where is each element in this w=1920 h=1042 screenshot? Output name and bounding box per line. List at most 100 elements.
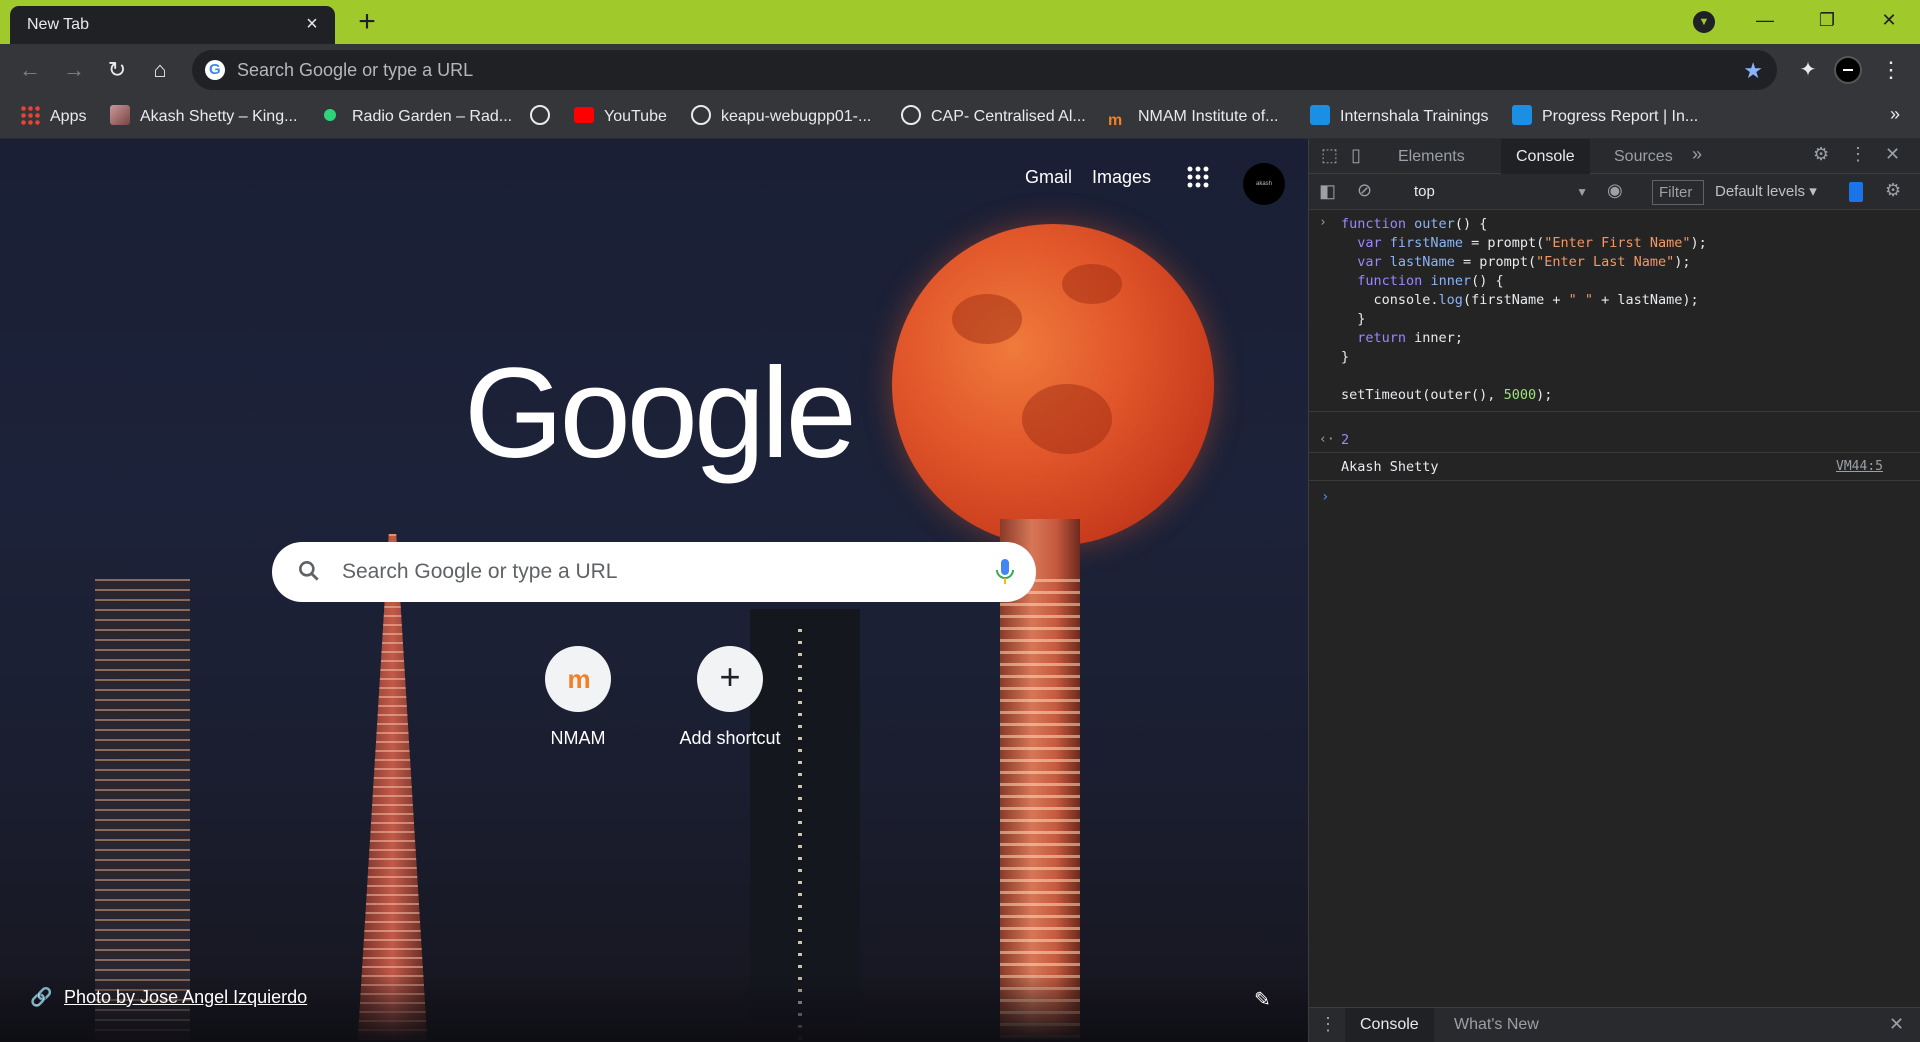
tab-sources[interactable]: Sources: [1599, 139, 1688, 174]
title-bar: New Tab × + ▼ — ❐ ✕: [0, 0, 1920, 44]
gmail-link[interactable]: Gmail: [1025, 167, 1072, 188]
browser-toolbar: ← → ↻ ⌂ ★ ✦ ⋮: [0, 44, 1920, 96]
account-avatar[interactable]: akash: [1243, 163, 1285, 205]
devtools-drawer: ⋮ Console What's New ✕: [1309, 1007, 1920, 1042]
more-tabs-icon[interactable]: »: [1692, 144, 1702, 165]
bookmark-apps[interactable]: Apps: [20, 104, 86, 130]
tab-console[interactable]: Console: [1501, 139, 1590, 174]
home-icon[interactable]: ⌂: [144, 54, 176, 86]
inspect-element-icon[interactable]: ⬚: [1321, 145, 1338, 166]
shortcut-label: Add shortcut: [679, 728, 781, 748]
bookmark-akash[interactable]: Akash Shetty – King...: [110, 104, 297, 130]
images-link[interactable]: Images: [1092, 167, 1151, 188]
bookmark-nmam[interactable]: m NMAM Institute of...: [1108, 104, 1278, 130]
globe-icon: [901, 105, 921, 125]
link-icon: 🔗: [30, 987, 53, 1007]
globe-icon: [530, 105, 550, 125]
console-output[interactable]: › function outer() { var firstName = pro…: [1309, 211, 1920, 1007]
chrome-menu-icon[interactable]: ⋮: [1876, 54, 1906, 86]
bookmarks-bar: Apps Akash Shetty – King... Radio Garden…: [0, 96, 1920, 139]
bookmark-radio-garden[interactable]: Radio Garden – Rad...: [320, 104, 512, 130]
restore-icon[interactable]: ❐: [1802, 0, 1852, 44]
bookmark-globe[interactable]: [530, 104, 560, 130]
bookmark-progress-report[interactable]: Progress Report | In...: [1512, 104, 1698, 130]
shortcut-nmam[interactable]: m NMAM: [523, 646, 633, 749]
forward-icon[interactable]: →: [58, 54, 90, 86]
close-window-icon[interactable]: ✕: [1864, 0, 1914, 44]
omnibox[interactable]: ★: [192, 50, 1777, 90]
green-dot-icon: [324, 109, 336, 121]
bookmark-cap[interactable]: CAP- Centralised Al...: [901, 104, 1086, 130]
result-arrow-icon: ‹·: [1319, 432, 1335, 447]
browser-tab[interactable]: New Tab ×: [10, 6, 335, 44]
log-source-link[interactable]: VM44:5: [1836, 459, 1883, 474]
reload-icon[interactable]: ↻: [101, 54, 133, 86]
live-expression-eye-icon[interactable]: ◉: [1607, 180, 1623, 201]
tab-elements[interactable]: Elements: [1383, 139, 1480, 174]
photo-credit-link[interactable]: Photo by Jose Angel Izquierdo: [64, 987, 307, 1007]
more-bookmarks-icon[interactable]: »: [1890, 104, 1900, 125]
customize-pencil-icon[interactable]: ✎: [1254, 987, 1271, 1012]
minimize-icon[interactable]: —: [1740, 0, 1790, 44]
moon-image: [892, 224, 1214, 546]
close-devtools-icon[interactable]: ✕: [1885, 144, 1900, 165]
apps-grid-icon: [20, 105, 40, 125]
globe-icon: [691, 105, 711, 125]
background-building: [355, 534, 430, 1042]
internshala-icon: [1512, 105, 1532, 125]
youtube-icon: [574, 107, 594, 123]
tab-close-icon[interactable]: ×: [301, 13, 323, 35]
omnibox-input[interactable]: [237, 50, 1717, 90]
add-shortcut-button[interactable]: + Add shortcut: [675, 646, 785, 749]
console-settings-gear-icon[interactable]: ⚙: [1885, 180, 1901, 201]
new-tab-page: Gmail Images akash Google m NMAM + Add s…: [0, 139, 1308, 1042]
drawer-tab-console[interactable]: Console: [1345, 1008, 1434, 1042]
google-apps-icon[interactable]: [1186, 165, 1210, 189]
shortcut-label: NMAM: [550, 728, 606, 748]
clear-console-icon[interactable]: ⊘: [1357, 180, 1372, 201]
tab-title: New Tab: [27, 16, 89, 33]
sidebar-toggle-icon[interactable]: ◧: [1319, 181, 1336, 202]
back-icon[interactable]: ←: [14, 54, 46, 86]
ntp-search-box[interactable]: [272, 542, 1036, 602]
filter-input[interactable]: Filter: [1652, 180, 1704, 205]
device-toolbar-icon[interactable]: ▯: [1351, 145, 1361, 166]
console-toolbar: ◧ ⊘ top ▼ ◉ Filter Default levels ▾ ⚙: [1309, 174, 1920, 210]
bookmark-keapu[interactable]: keapu-webugpp01-...: [691, 104, 871, 130]
bookmark-internshala[interactable]: Internshala Trainings: [1310, 104, 1489, 130]
issues-badge[interactable]: [1849, 182, 1863, 202]
console-prompt-icon[interactable]: ›: [1321, 489, 1329, 505]
profile-avatar[interactable]: [1834, 56, 1862, 84]
log-levels-dropdown[interactable]: Default levels ▾: [1715, 179, 1817, 205]
bookmark-star-icon[interactable]: ★: [1743, 58, 1763, 84]
drawer-menu-icon[interactable]: ⋮: [1319, 1014, 1337, 1035]
drawer-tab-whats-new[interactable]: What's New: [1439, 1008, 1554, 1042]
profile-photo-icon: [110, 105, 130, 125]
ntp-search-input[interactable]: [342, 542, 942, 602]
extensions-icon[interactable]: ✦: [1792, 54, 1824, 86]
voice-search-icon[interactable]: [992, 557, 1018, 587]
tab-search-icon[interactable]: ▼: [1693, 11, 1715, 33]
result-value: 2: [1341, 432, 1350, 448]
devtools-menu-icon[interactable]: ⋮: [1849, 144, 1867, 165]
code-block: function outer() { var firstName = promp…: [1341, 216, 1707, 403]
devtools-tabbar: ⬚ ▯ Elements Console Sources » ⚙ ⋮ ✕: [1309, 139, 1920, 174]
dropdown-arrow-icon: ▼: [1576, 185, 1588, 199]
nmam-icon: m: [567, 664, 591, 694]
input-chevron-icon: ›: [1319, 215, 1327, 230]
context-selector[interactable]: top ▼: [1404, 179, 1594, 205]
internshala-icon: [1310, 105, 1330, 125]
console-log-message: Akash Shetty VM44:5: [1309, 453, 1920, 481]
bookmark-youtube[interactable]: YouTube: [574, 104, 667, 130]
plus-icon: +: [719, 656, 741, 697]
close-drawer-icon[interactable]: ✕: [1889, 1014, 1904, 1035]
devtools-panel: ⬚ ▯ Elements Console Sources » ⚙ ⋮ ✕ ◧ ⊘…: [1308, 139, 1920, 1042]
settings-gear-icon[interactable]: ⚙: [1813, 144, 1829, 165]
google-logo: Google: [464, 342, 857, 485]
search-icon: [299, 561, 319, 581]
log-text: Akash Shetty: [1341, 459, 1439, 475]
console-result: ‹· 2: [1309, 429, 1920, 453]
google-icon: [205, 60, 225, 80]
new-tab-button[interactable]: +: [352, 7, 382, 38]
nmam-icon: m: [1108, 112, 1123, 129]
